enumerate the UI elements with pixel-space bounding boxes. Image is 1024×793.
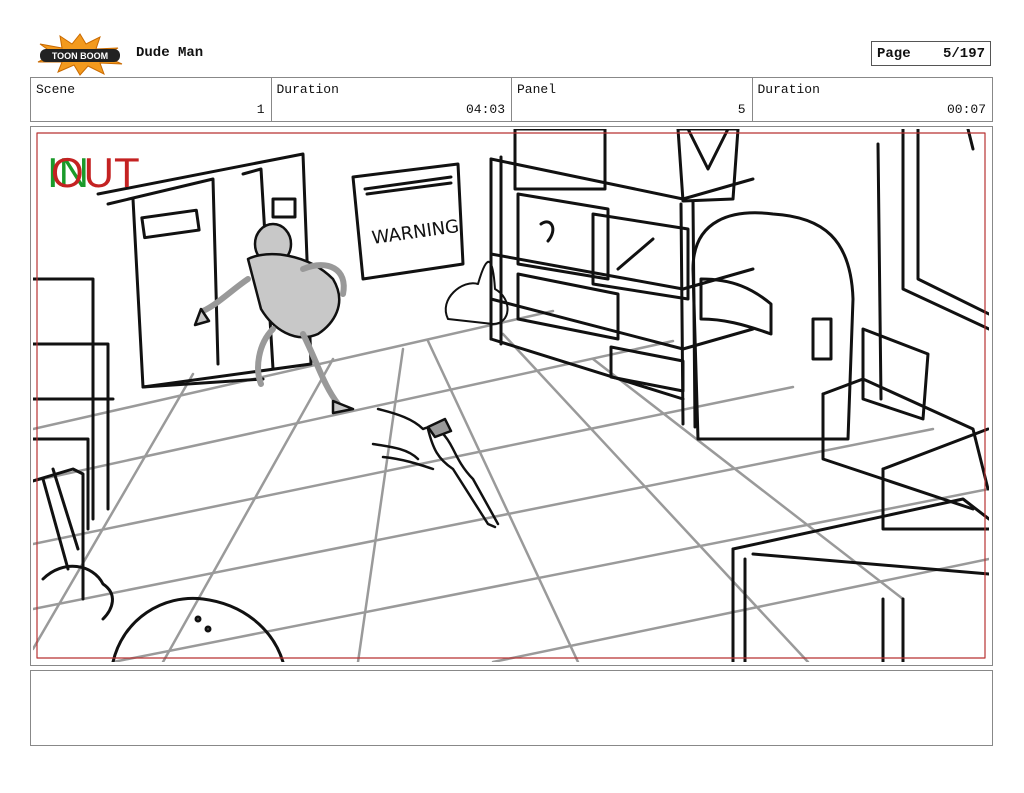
logo-text: TOON BOOM	[52, 51, 108, 61]
toon-boom-logo: TOON BOOM	[34, 32, 126, 76]
right-wall-sketch	[876, 127, 991, 401]
floor-grid	[31, 309, 991, 664]
warning-sign-sketch: WARNING	[351, 162, 465, 281]
left-shelves-sketch	[31, 277, 115, 601]
storyboard-panel-image: WARNING IN OUT	[31, 127, 991, 664]
project-title: Dude Man	[136, 45, 204, 61]
robot-character-sketch	[193, 222, 355, 415]
warning-sign-text: WARNING	[371, 216, 461, 249]
page-indicator: Page 5/197	[871, 41, 991, 66]
panel-label: Panel	[517, 82, 557, 97]
page-value: 5/197	[942, 46, 985, 62]
scene-label: Scene	[36, 82, 76, 97]
trash-bag-sketch	[444, 260, 509, 325]
panel-duration-cell: Duration 00:07	[753, 78, 993, 121]
panel-value: 5	[737, 102, 746, 117]
scene-duration-value: 04:03	[465, 102, 505, 117]
table-sketch	[731, 497, 991, 664]
scene-value: 1	[256, 102, 265, 117]
foreground-character-sketch	[41, 564, 285, 664]
out-mark: OUT	[51, 149, 140, 196]
large-container-sketch	[691, 211, 855, 441]
scene-duration-cell: Duration 04:03	[272, 78, 512, 121]
panel-notes-box[interactable]	[30, 670, 993, 746]
scene-duration-label: Duration	[276, 82, 339, 97]
scene-cell: Scene 1	[31, 78, 272, 121]
page-label: Page	[877, 46, 911, 62]
panel-duration-value: 00:07	[946, 102, 986, 117]
panel-cell: Panel 5	[512, 78, 753, 121]
panel-duration-label: Duration	[757, 82, 820, 97]
panel-info-row: Scene 1 Duration 04:03 Panel 5 Duration …	[30, 77, 993, 122]
